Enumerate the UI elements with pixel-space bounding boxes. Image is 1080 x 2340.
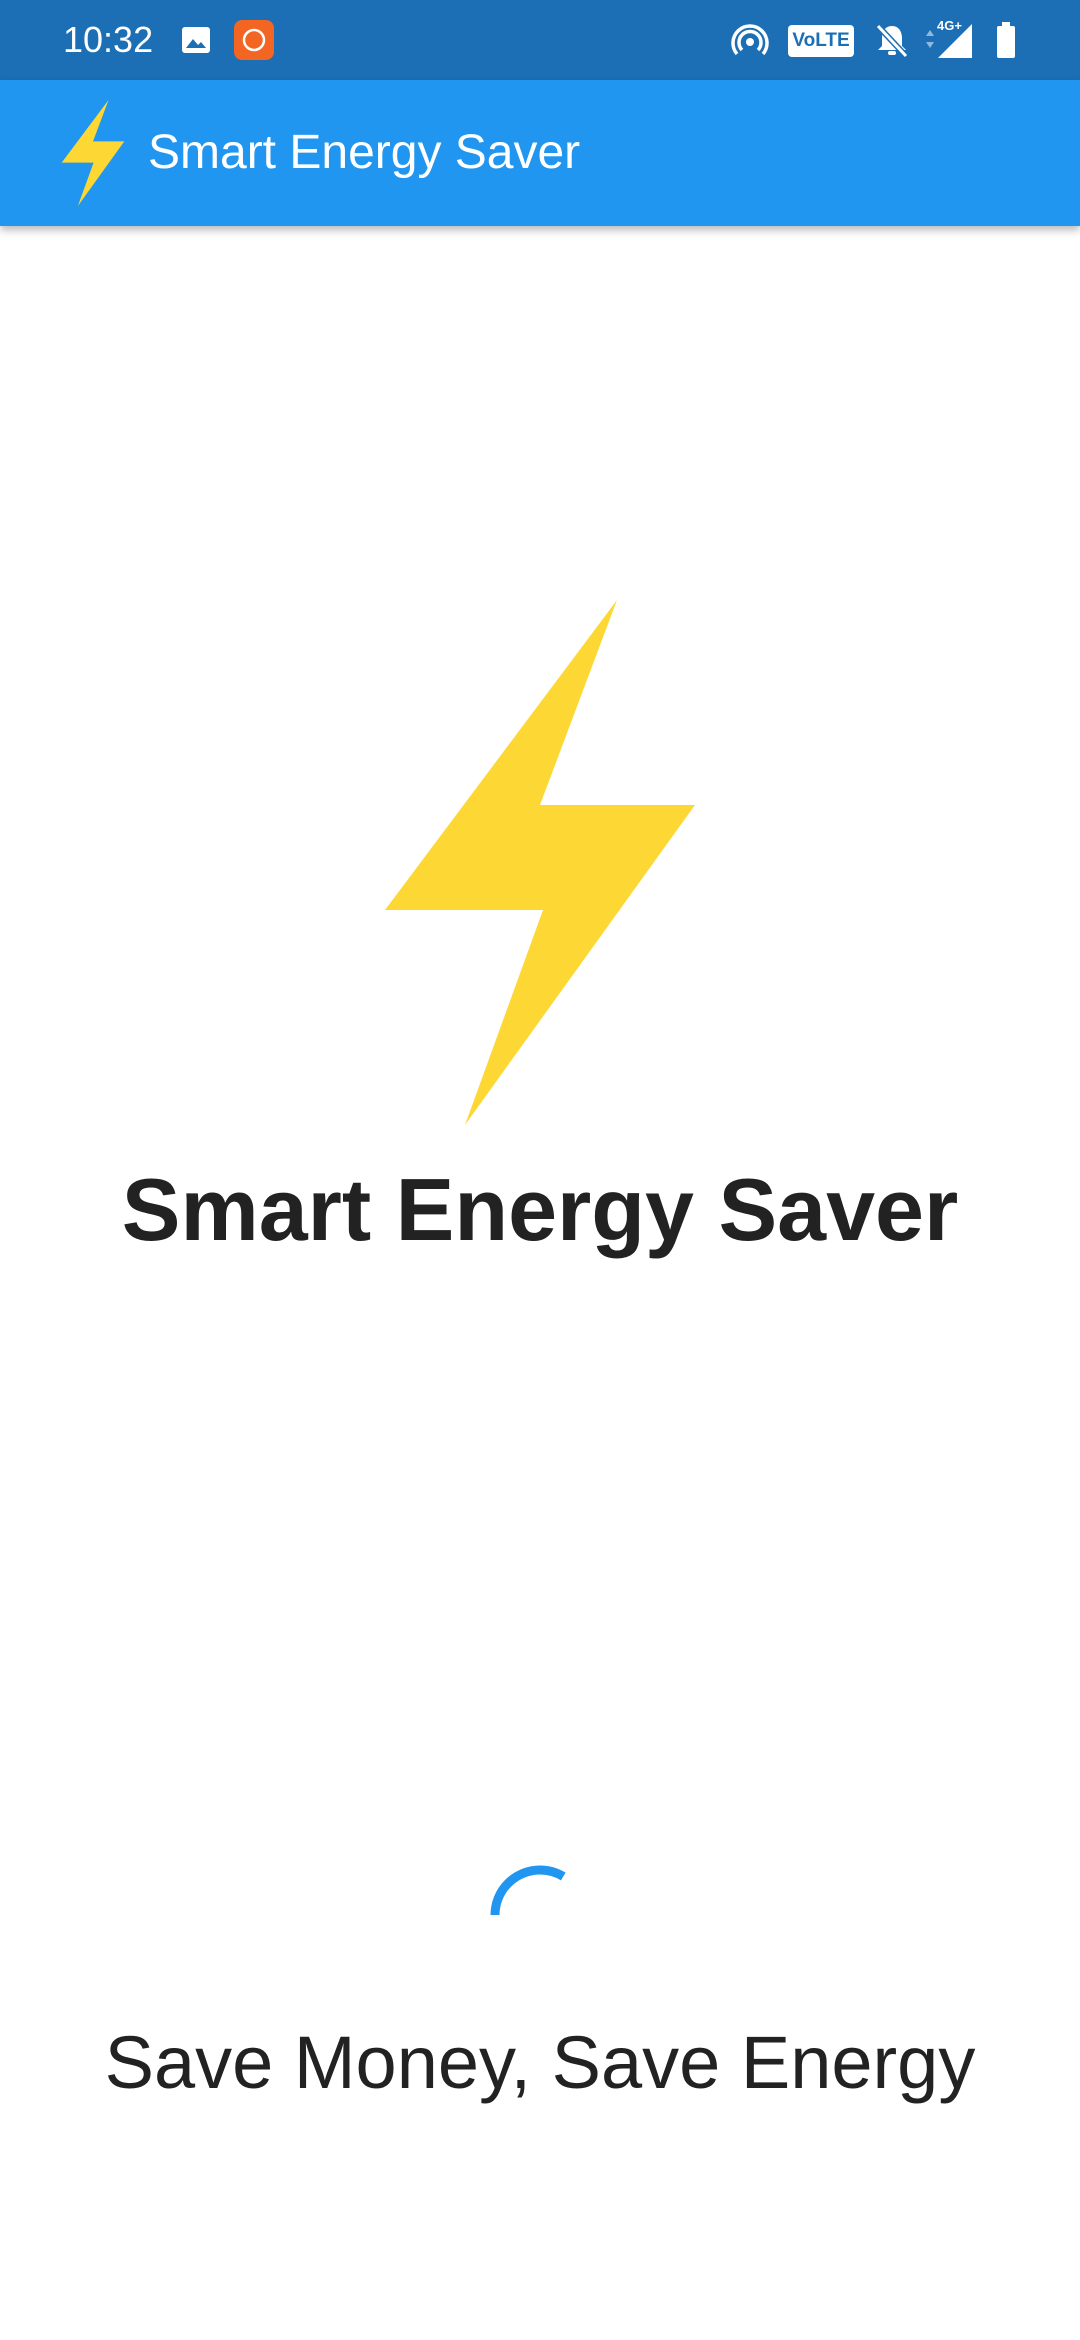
image-icon <box>182 27 210 53</box>
lightning-bolt-icon <box>61 100 125 206</box>
hotspot-icon <box>731 24 769 56</box>
splash-tagline: Save Money, Save Energy <box>104 2021 976 2104</box>
status-time: 10:32 <box>63 19 154 60</box>
bell-off-icon <box>875 23 909 59</box>
battery-icon <box>997 22 1015 58</box>
lightning-bolt-icon <box>385 600 695 1125</box>
splash-title: Smart Energy Saver <box>121 1160 959 1259</box>
volte-icon: VoLTE <box>788 25 854 57</box>
status-bar: 10:32 VoLTE 4G+ <box>0 0 1080 80</box>
signal-icon <box>926 24 972 58</box>
app-bar-title: Smart Energy Saver <box>148 126 581 179</box>
splash-screen: 10:32 VoLTE 4G+ Smart Energy Saver Smart… <box>0 0 1080 2340</box>
app-notification-icon <box>234 20 274 60</box>
app-bar: Smart Energy Saver <box>0 80 1080 226</box>
progress-spinner-icon <box>490 1865 590 1916</box>
